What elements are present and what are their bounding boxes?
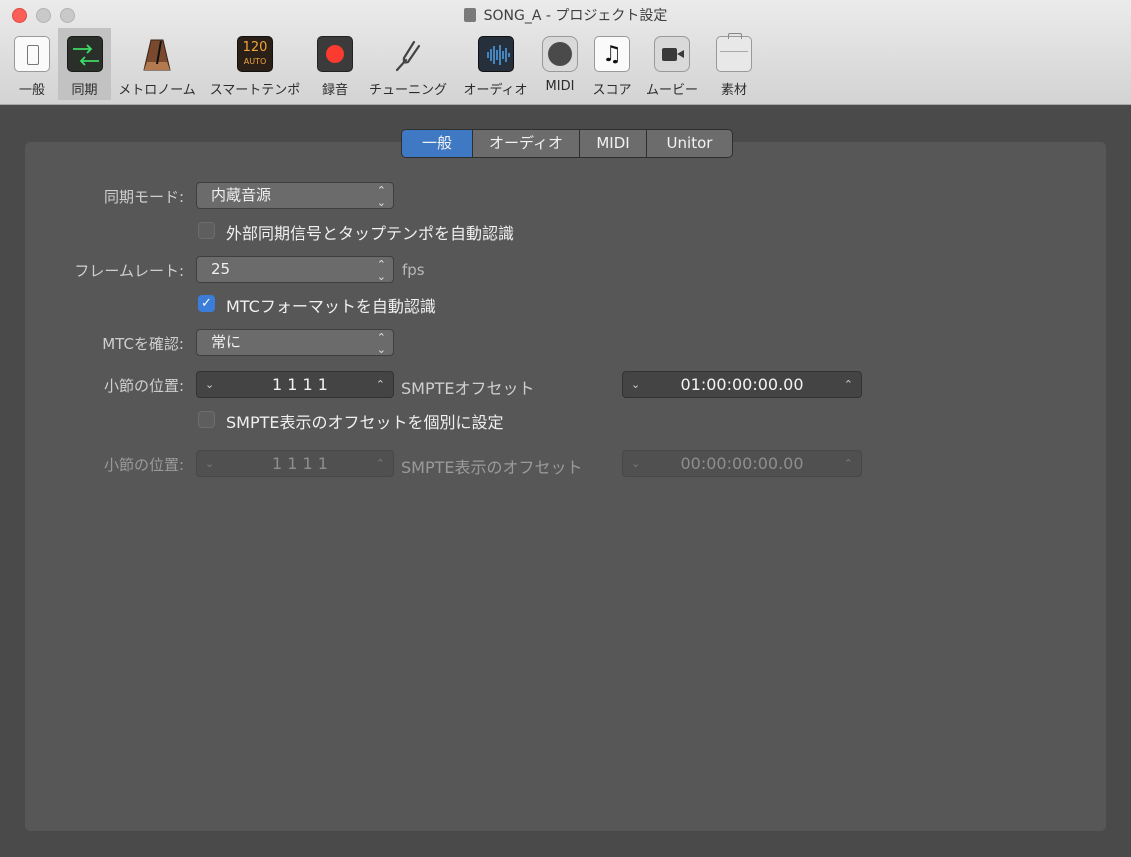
tuning-fork-icon [390,36,426,72]
auto-detect-mtc-label: MTCフォーマットを自動認識 [226,297,436,316]
chevron-up-icon: ⌃ [375,457,385,470]
bar-position-display-stepper: ⌄ 1 1 1 1 ⌃ [196,450,394,477]
settings-panel [25,142,1106,831]
toolbar-tuning[interactable]: チューニング [363,28,453,100]
window-title: SONG_A - プロジェクト設定 [0,5,1131,25]
record-icon [317,36,353,72]
toolbar-movie[interactable]: ムービー [640,28,704,100]
frame-rate-label: フレームレート: [74,262,184,280]
bar-position-display-label: 小節の位置: [103,456,184,474]
smart-tempo-icon: 120 AUTO [237,36,273,72]
video-camera-icon [654,36,690,72]
toolbar-assets[interactable]: 素材 [708,28,760,100]
sync-arrows-icon [66,36,103,72]
chevron-updown-icon: ⌃ ⌄ [376,258,386,283]
separate-offset-checkbox[interactable] [198,411,215,428]
smpte-offset-label: SMPTEオフセット [401,379,535,398]
metronome-icon [139,36,175,72]
chevron-up-icon[interactable]: ⌃ [376,372,385,397]
verify-mtc-popup[interactable]: 常に ⌃ ⌄ [196,329,394,356]
chevron-up-icon[interactable]: ⌃ [844,372,853,397]
toolbar-audio[interactable]: オーディオ [458,28,533,100]
tab-bar: 一般 オーディオ MIDI Unitor [401,129,733,158]
smpte-display-offset-stepper: ⌄ 00:00:00:00.00 ⌃ [622,450,862,477]
project-settings-window: SONG_A - プロジェクト設定 一般 同期 メトロノーム 120 AUTO … [0,0,1131,857]
auto-detect-mtc-checkbox[interactable]: ✓ [198,295,215,312]
tab-midi[interactable]: MIDI [580,130,647,157]
auto-detect-external-checkbox[interactable] [198,222,215,239]
smpte-display-offset-label: SMPTE表示のオフセット [401,458,583,477]
separate-offset-label: SMPTE表示のオフセットを個別に設定 [226,413,504,432]
switch-icon [14,36,50,72]
chevron-up-icon: ⌃ [843,457,853,470]
midi-connector-icon [542,36,578,72]
bar-position-stepper[interactable]: ⌄ 1 1 1 1 ⌃ [196,371,394,398]
tab-audio[interactable]: オーディオ [473,130,580,157]
toolbar-midi[interactable]: MIDI [537,28,583,100]
fps-unit-label: fps [402,261,425,279]
toolbar-record[interactable]: 録音 [311,28,359,100]
smpte-offset-stepper[interactable]: ⌄ 01:00:00:00.00 ⌃ [622,371,862,398]
audio-waveform-icon [477,36,514,72]
music-note-icon: ♫ [594,36,630,72]
toolbar-smart-tempo[interactable]: 120 AUTO スマートテンポ [205,28,305,100]
toolbar-metronome[interactable]: メトロノーム [113,28,201,100]
sync-mode-popup[interactable]: 内蔵音源 ⌃ ⌄ [196,182,394,209]
tab-general[interactable]: 一般 [402,130,473,157]
frame-rate-popup[interactable]: 25 ⌃ ⌄ [196,256,394,283]
toolbar-score[interactable]: ♫ スコア [588,28,636,100]
toolbar-general[interactable]: 一般 [8,28,56,100]
tab-unitor[interactable]: Unitor [647,130,732,157]
chevron-updown-icon: ⌃ ⌄ [376,184,386,209]
auto-detect-external-label: 外部同期信号とタップテンポを自動認識 [226,224,515,243]
document-icon [463,8,476,22]
bar-position-label: 小節の位置: [103,377,184,395]
chevron-updown-icon: ⌃ ⌄ [376,331,386,356]
sync-mode-label: 同期モード: [103,188,184,206]
verify-mtc-label: MTCを確認: [102,335,184,353]
toolbar-sync[interactable]: 同期 [58,28,111,100]
briefcase-icon [716,33,752,72]
title-bar: SONG_A - プロジェクト設定 一般 同期 メトロノーム 120 AUTO … [0,0,1131,105]
